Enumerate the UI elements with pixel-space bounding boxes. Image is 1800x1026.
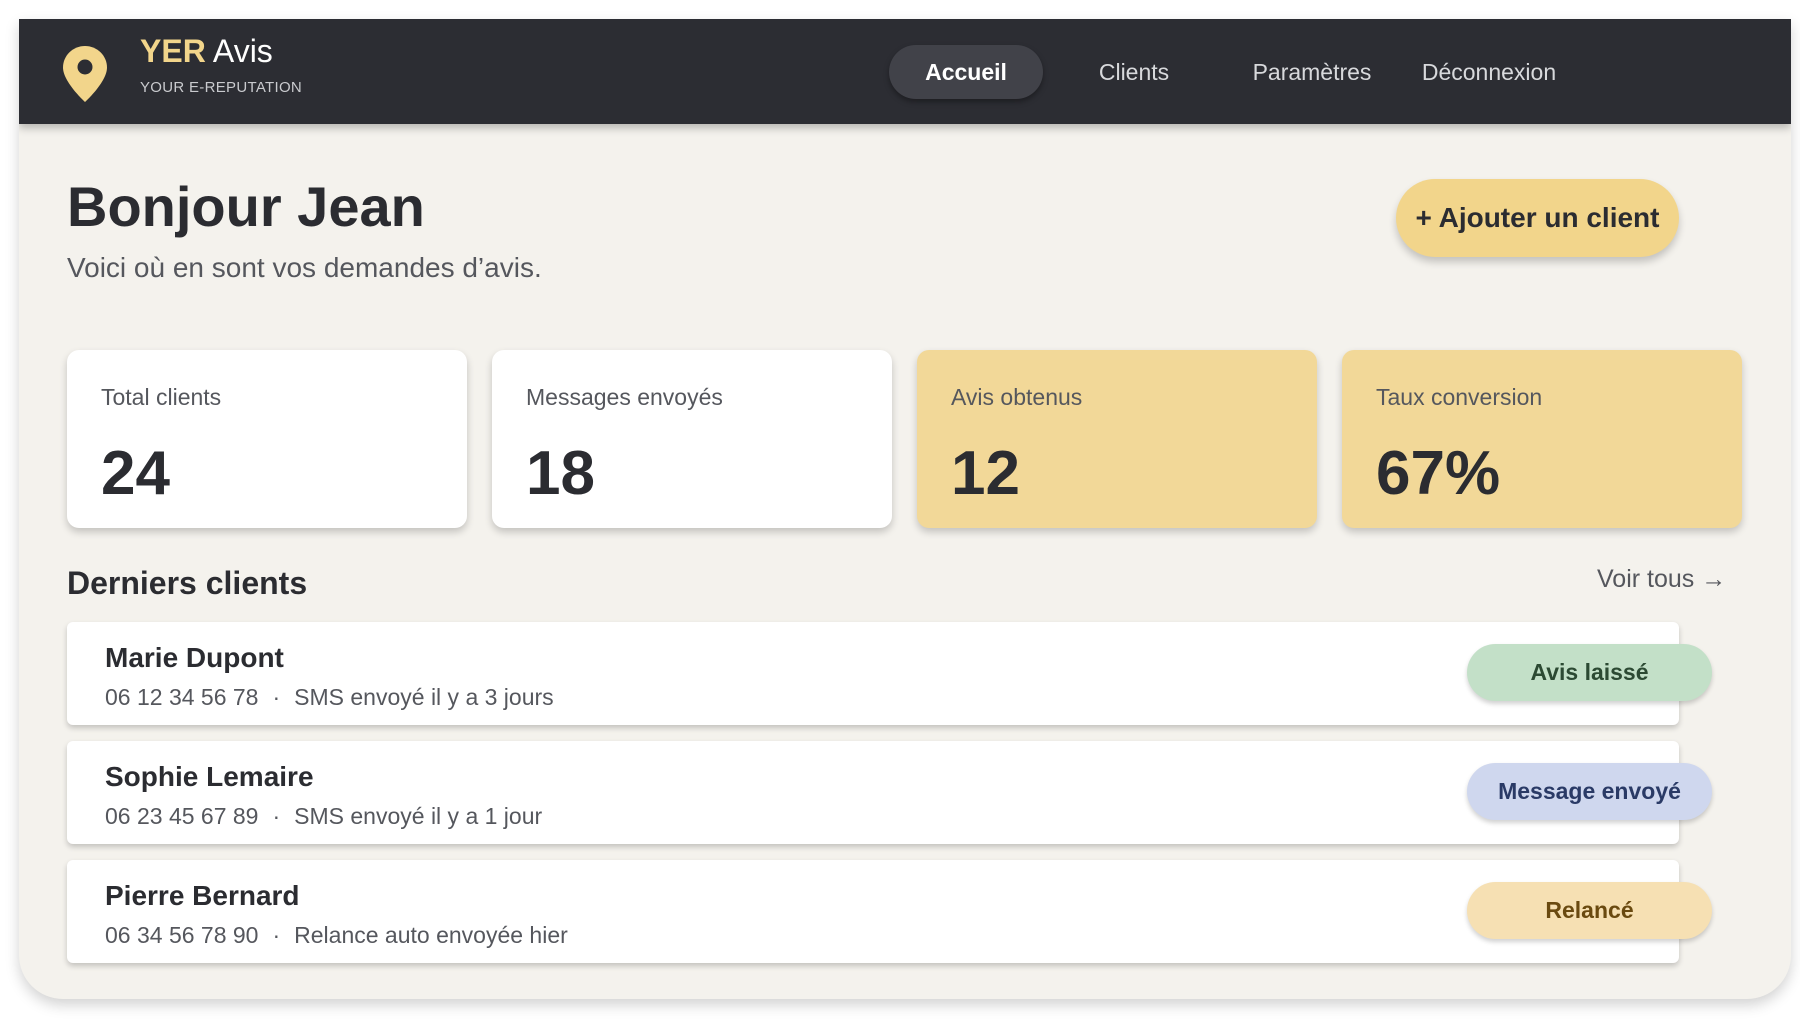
app-window: YER Avis YOUR E-REPUTATION Accueil Clien… — [19, 19, 1791, 999]
meta-separator: · — [272, 803, 281, 829]
brand-name-accent: YER — [140, 33, 206, 69]
nav-item-clients[interactable]: Clients — [1059, 45, 1209, 99]
section-title-recent-clients: Derniers clients — [67, 565, 308, 601]
meta-separator: · — [272, 922, 281, 948]
stat-card-conversion-rate: Taux conversion 67% — [1342, 350, 1742, 528]
nav-item-deconnexion[interactable]: Déconnexion — [1409, 45, 1569, 99]
stat-label: Avis obtenus — [951, 384, 1083, 410]
status-badge: Avis laissé — [1467, 644, 1712, 701]
see-all-link[interactable]: Voir tous → — [1597, 565, 1726, 594]
brand-name-rest: Avis — [205, 33, 273, 69]
stat-value: 24 — [101, 439, 170, 508]
client-row[interactable]: Marie Dupont 06 12 34 56 78 · SMS envoyé i… — [67, 622, 1712, 725]
status-badge: Relancé — [1467, 882, 1712, 939]
top-navigation-bar: YER Avis YOUR E-REPUTATION Accueil Clien… — [19, 19, 1791, 124]
client-name: Sophie Lemaire — [105, 761, 314, 792]
stat-card-reviews-obtained: Avis obtenus 12 — [917, 350, 1317, 528]
stat-value: 12 — [951, 439, 1020, 508]
page-title: Bonjour Jean — [67, 175, 425, 238]
client-activity: Relance auto envoyée hier — [294, 922, 568, 948]
client-meta: 06 12 34 56 78 · SMS envoyé il y a 3 jours — [105, 684, 554, 711]
client-activity: SMS envoyé il y a 1 jour — [294, 803, 543, 829]
client-phone: 06 23 45 67 89 — [105, 803, 259, 829]
client-phone: 06 12 34 56 78 — [105, 684, 259, 710]
nav-item-accueil[interactable]: Accueil — [889, 45, 1043, 99]
brand-tagline: YOUR E-REPUTATION — [140, 79, 303, 96]
stat-value: 18 — [526, 439, 595, 508]
nav-item-parametres[interactable]: Paramètres — [1222, 45, 1402, 99]
map-pin-icon — [63, 46, 107, 102]
client-row[interactable]: Pierre Bernard 06 34 56 78 90 · Relance au… — [67, 860, 1712, 963]
add-client-button[interactable]: + Ajouter un client — [1396, 179, 1679, 257]
client-activity: SMS envoyé il y a 3 jours — [294, 684, 554, 710]
meta-separator: · — [272, 684, 281, 710]
client-meta: 06 34 56 78 90 · Relance auto envoyée hier — [105, 922, 568, 949]
page-subtitle: Voici où en sont vos demandes d’avis. — [67, 252, 542, 283]
client-name: Marie Dupont — [105, 642, 284, 673]
stat-label: Total clients — [101, 384, 222, 410]
stat-value: 67% — [1376, 439, 1501, 508]
client-phone: 06 34 56 78 90 — [105, 922, 259, 948]
brand-name: YER Avis — [140, 33, 273, 70]
stat-label: Messages envoyés — [526, 384, 723, 410]
status-badge: Message envoyé — [1467, 763, 1712, 820]
stat-card-total-clients: Total clients 24 — [67, 350, 467, 528]
stat-card-messages-sent: Messages envoyés 18 — [492, 350, 892, 528]
client-name: Pierre Bernard — [105, 880, 300, 911]
stat-label: Taux conversion — [1376, 384, 1543, 410]
client-meta: 06 23 45 67 89 · SMS envoyé il y a 1 jour — [105, 803, 542, 830]
client-row[interactable]: Sophie Lemaire 06 23 45 67 89 · SMS envoyé… — [67, 741, 1712, 844]
